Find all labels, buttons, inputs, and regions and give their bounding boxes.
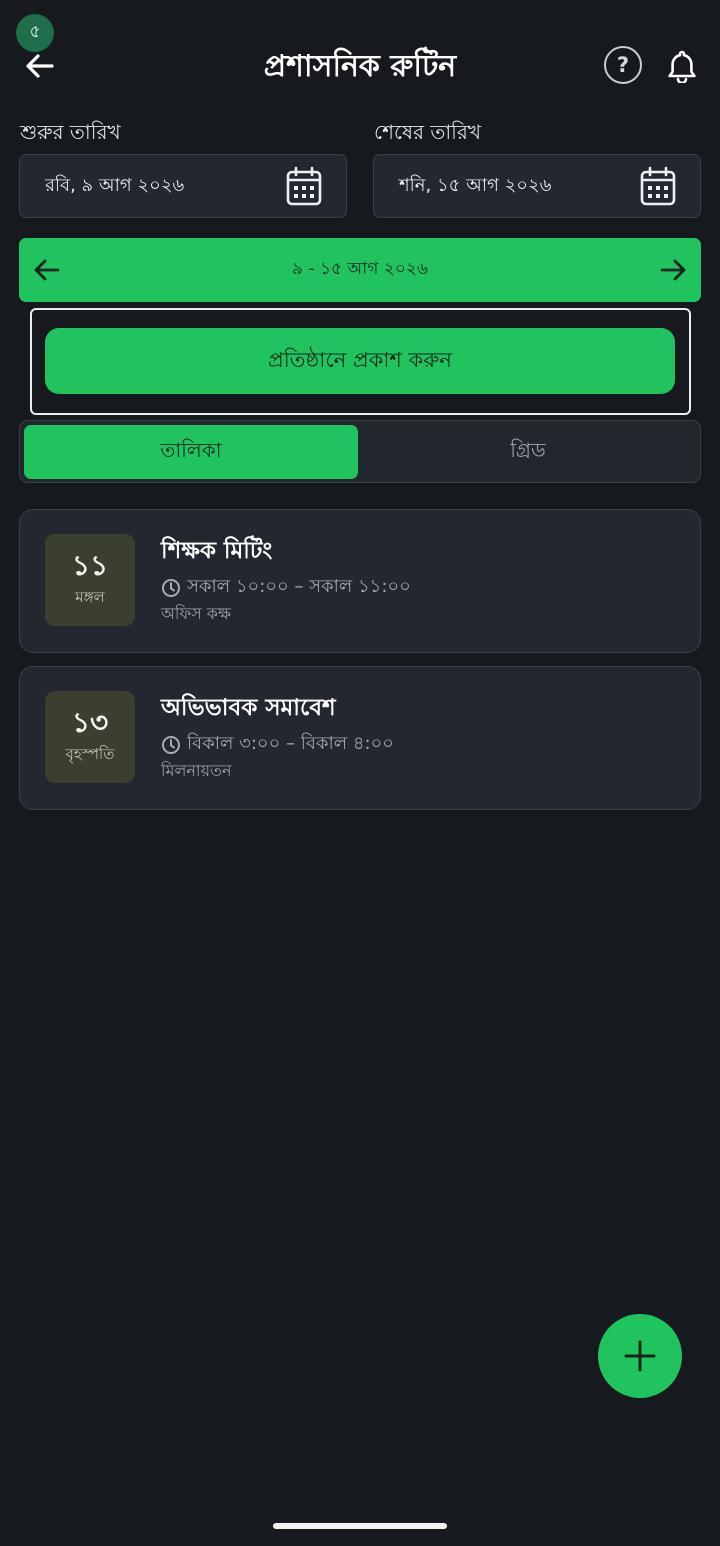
event-card[interactable]: ১৩ বৃহস্পতি অভিভাবক সমাবেশ বিকাল ৩:০০ – … [19, 666, 701, 810]
event-title: অভিভাবক সমাবেশ [161, 695, 336, 721]
event-day: ১৩ [71, 705, 109, 739]
add-event-button[interactable] [598, 1314, 682, 1398]
help-circle-icon: ? [616, 53, 630, 77]
arrow-right-icon [660, 259, 686, 281]
next-week-button[interactable] [659, 256, 687, 284]
event-time: বিকাল ৩:০০ – বিকাল ৪:০০ [161, 729, 394, 760]
home-indicator[interactable] [273, 1523, 447, 1529]
clock-icon [162, 735, 180, 754]
calendar-icon [640, 166, 676, 206]
event-card[interactable]: ১১ মঙ্গল শিক্ষক মিটিং সকাল ১০:০০ – সকাল … [19, 509, 701, 653]
end-date-value: শনি, ১৫ আগ ২০২৬ [399, 174, 552, 196]
end-date-field[interactable]: শনি, ১৫ আগ ২০২৬ [373, 154, 701, 218]
event-time-text: বিকাল ৩:০০ – বিকাল ৪:০০ [187, 733, 394, 754]
event-date-chip: ১১ মঙ্গল [45, 534, 135, 626]
event-time-text: সকাল ১০:০০ – সকাল ১১:০০ [187, 576, 411, 597]
week-navigator: ৯ - ১৫ আগ ২০২৬ [19, 238, 701, 302]
clock-icon [162, 578, 180, 597]
event-time: সকাল ১০:০০ – সকাল ১১:০০ [161, 572, 411, 603]
bell-icon [668, 50, 696, 83]
arrow-left-icon [34, 259, 60, 281]
event-weekday: বৃহস্পতি [65, 744, 115, 763]
tab-list[interactable]: তালিকা [24, 425, 358, 479]
end-date-label: শেষের তারিখ [374, 120, 482, 144]
start-date-label: শুরুর তারিখ [20, 120, 121, 144]
event-location: মিলনায়তন [161, 761, 232, 780]
start-date-field[interactable]: রবি, ৯ আগ ২০২৬ [19, 154, 347, 218]
event-weekday: মঙ্গল [75, 587, 105, 606]
publish-button[interactable]: প্রতিষ্ঠানে প্রকাশ করুন [45, 328, 675, 394]
tab-grid[interactable]: গ্রিড [358, 425, 698, 479]
event-title: শিক্ষক মিটিং [161, 538, 273, 564]
event-day: ১১ [71, 548, 109, 582]
previous-week-button[interactable] [33, 256, 61, 284]
event-date-chip: ১৩ বৃহস্পতি [45, 691, 135, 783]
view-toggle: তালিকা গ্রিড [19, 420, 701, 483]
calendar-icon [286, 166, 322, 206]
week-range-label: ৯ - ১৫ আগ ২০২৬ [291, 259, 429, 279]
start-date-value: রবি, ৯ আগ ২০২৬ [45, 174, 185, 196]
plus-icon [624, 1340, 656, 1372]
notifications-button[interactable] [662, 44, 702, 88]
event-location: অফিস কক্ষ [161, 604, 231, 623]
help-button[interactable]: ? [604, 46, 642, 84]
